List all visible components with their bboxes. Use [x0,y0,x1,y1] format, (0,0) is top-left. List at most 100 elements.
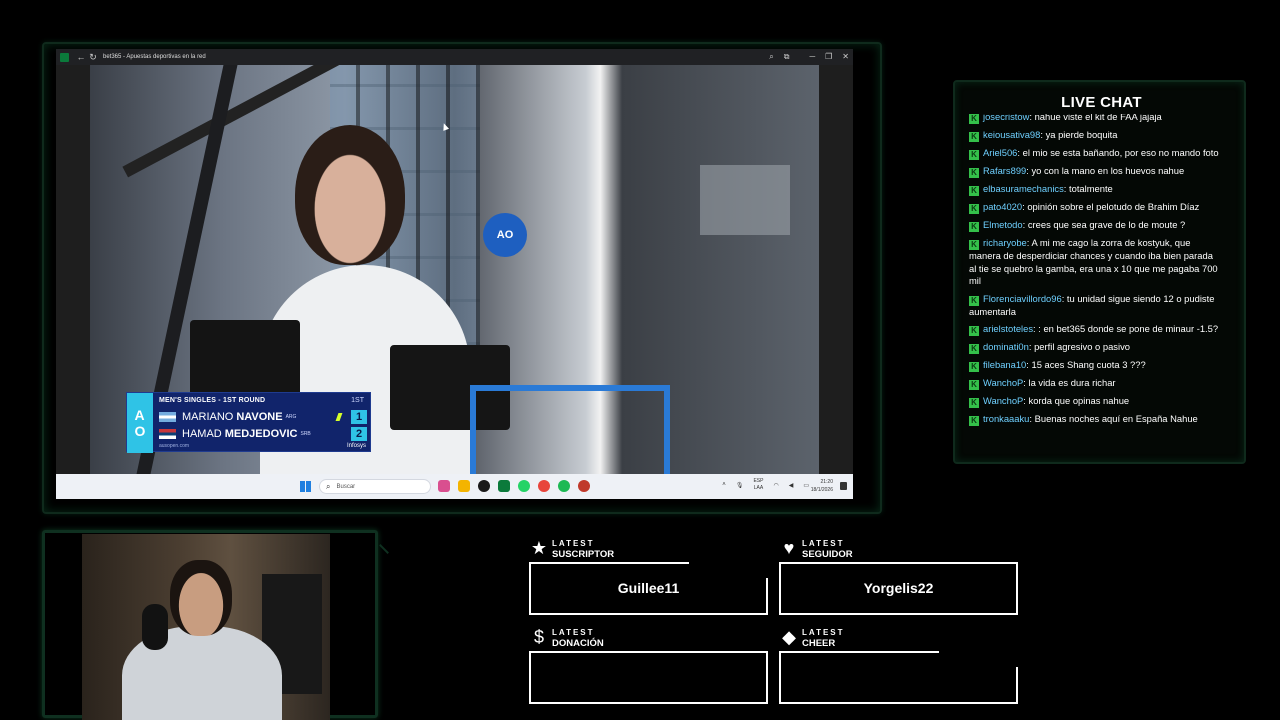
chat-message: Kpato4020: opinión sobre el pelotudo de … [969,201,1219,214]
widget-topline [779,651,939,653]
chat-username[interactable]: tronkaaaku [983,413,1029,424]
chat-username[interactable]: Elmetodo [983,219,1023,230]
close-button[interactable]: ✕ [842,49,849,65]
clock-time: 21:20 [820,479,833,485]
scoreboard-row: HAMAD MEDJEDOVIC SRB 2 [159,427,367,441]
obs-icon[interactable] [578,480,590,492]
language-indicator[interactable]: ESP LAA [753,478,763,492]
chat-username[interactable]: WanchoP [983,395,1023,406]
chat-text: perfil agresivo o pasivo [1034,341,1130,352]
zoom-icon[interactable]: ⌕ [769,49,773,65]
chat-username[interactable]: keiousativa98 [983,129,1040,140]
widget-box [529,651,768,704]
webcam-video [82,534,330,720]
kick-badge-icon: K [969,150,979,160]
chat-username[interactable]: Ariel506 [983,147,1017,158]
chat-username[interactable]: Florenciavillordo96 [983,293,1062,304]
browser-title: bet365 - Apuestas deportivas en la red [103,54,206,60]
bet365-favicon-icon [60,52,69,62]
windows-start-icon[interactable] [300,481,311,492]
widget-box [779,651,1018,704]
bet365-app-icon[interactable] [498,480,510,492]
browser-titlebar: ← ↻ bet365 - Apuestas deportivas en la r… [56,49,853,65]
taskbar-search[interactable]: ⌕ Buscar [319,479,431,494]
microphone-icon[interactable]: 🎙 [736,482,744,489]
player-last-name: NAVONE [236,411,283,423]
microphone-icon [142,604,168,650]
kick-badge-icon: K [969,240,979,250]
ao-logo-icon: AO [127,393,153,453]
chat-username[interactable]: dominati0n [983,341,1029,352]
language-bottom: LAA [753,485,764,491]
chat-text: Buenas noches aquí en España Nahue [1034,413,1198,424]
chrome-icon[interactable] [538,480,550,492]
floodlight [700,165,790,235]
copilot-icon[interactable] [438,480,450,492]
reload-icon[interactable]: ↻ [87,49,99,65]
chat-message: K Florenciavillordo96: tu unidad sigue si… [969,293,1219,319]
widget-box: Guillee11 [529,562,768,615]
chat-message-list[interactable]: Kjosecristow: nahue viste el kit de FAA … [969,114,1219,454]
widget-label-small: LATEST [802,539,845,548]
widget-label-small: LATEST [552,628,595,637]
kick-badge-icon: K [969,326,979,336]
chat-username[interactable]: WanchoP [983,377,1023,388]
spotify-icon[interactable] [558,480,570,492]
player-score: 1 [351,410,367,424]
kick-badge-icon: K [969,186,979,196]
chat-username[interactable]: elbasuramechanics [983,183,1064,194]
chat-message: K WanchoP: la vida es dura richar [969,377,1219,390]
back-arrow-icon[interactable]: ← [75,49,87,65]
restore-button[interactable]: ❐ [825,49,832,65]
kick-badge-icon: K [969,132,979,142]
player-country: ARG [285,414,297,420]
chat-username[interactable]: josecristow [983,114,1029,122]
chat-text: nahue viste el kit de FAA jajaja [1034,114,1162,122]
kick-badge-icon: K [969,380,979,390]
star-icon: ★ [530,538,548,558]
kick-badge-icon: K [969,168,979,178]
widget-label-big: SUSCRIPTOR [552,549,615,560]
kick-badge-icon: K [969,398,979,408]
player-first-name: HAMAD [182,428,222,440]
taskbar-apps [438,480,590,492]
serbia-flag-icon [159,429,176,439]
widget-gap [766,562,768,578]
wifi-icon[interactable]: ◠ [773,482,778,489]
chat-username[interactable]: pato4020 [983,201,1022,212]
notification-icon[interactable] [840,482,847,490]
player-country: SRB [300,431,311,437]
chat-username[interactable]: Rafars899 [983,165,1026,176]
scoreboard-round: MEN'S SINGLES - 1ST ROUND [159,397,266,404]
file-explorer-icon[interactable] [458,480,470,492]
scoreboard-sponsor: Infosys [346,443,366,449]
battery-icon[interactable]: ▭ [803,482,809,489]
taskbar-search-placeholder: Buscar [336,483,356,490]
whatsapp-icon[interactable] [518,480,530,492]
browser-window: ← ↻ bet365 - Apuestas deportivas en la r… [56,49,853,499]
chat-username[interactable]: richaryobe [983,237,1027,248]
chevron-up-icon[interactable]: ˄ [722,482,726,488]
kick-badge-icon: K [969,114,979,124]
frame-decoration [379,544,389,554]
tennis-video-stream[interactable]: AO AO MEN'S SINGLES - 1ST ROUND 1ST MARI… [90,65,819,474]
widget-header: $ LATEST DONACIÓN [529,626,604,648]
kick-badge-icon: K [969,204,979,214]
volume-icon[interactable]: ◀ [789,482,794,489]
kick-badge-icon: K [969,362,979,372]
widget-header: ★ LATEST SUSCRIPTOR [529,537,614,559]
chat-username[interactable]: arielstoteles [983,323,1033,334]
extensions-icon[interactable]: ⧉ [784,49,790,65]
chat-text: yo con la mano en los huevos nahue [1031,165,1185,176]
system-tray: ˄ 🎙 ESP LAA ◠ ◀ ▭ [722,478,809,492]
chat-text: : en bet365 donde se pone de minaur -1.5… [1038,323,1219,334]
kick-badge-icon: K [969,344,979,354]
player-score: 2 [351,427,367,441]
minimize-button[interactable]: ─ [809,49,815,65]
chat-text: 15 aces Shang cuota 3 ??? [1031,359,1146,370]
tiktok-icon[interactable] [478,480,490,492]
taskbar-clock[interactable]: 21:20 18/1/2026 [811,478,833,494]
chat-message: Ktronkaaaku: Buenas noches aquí en Españ… [969,413,1219,426]
latest-follower-name: Yorgelis22 [863,580,934,596]
chat-username[interactable]: filebana10 [983,359,1026,370]
